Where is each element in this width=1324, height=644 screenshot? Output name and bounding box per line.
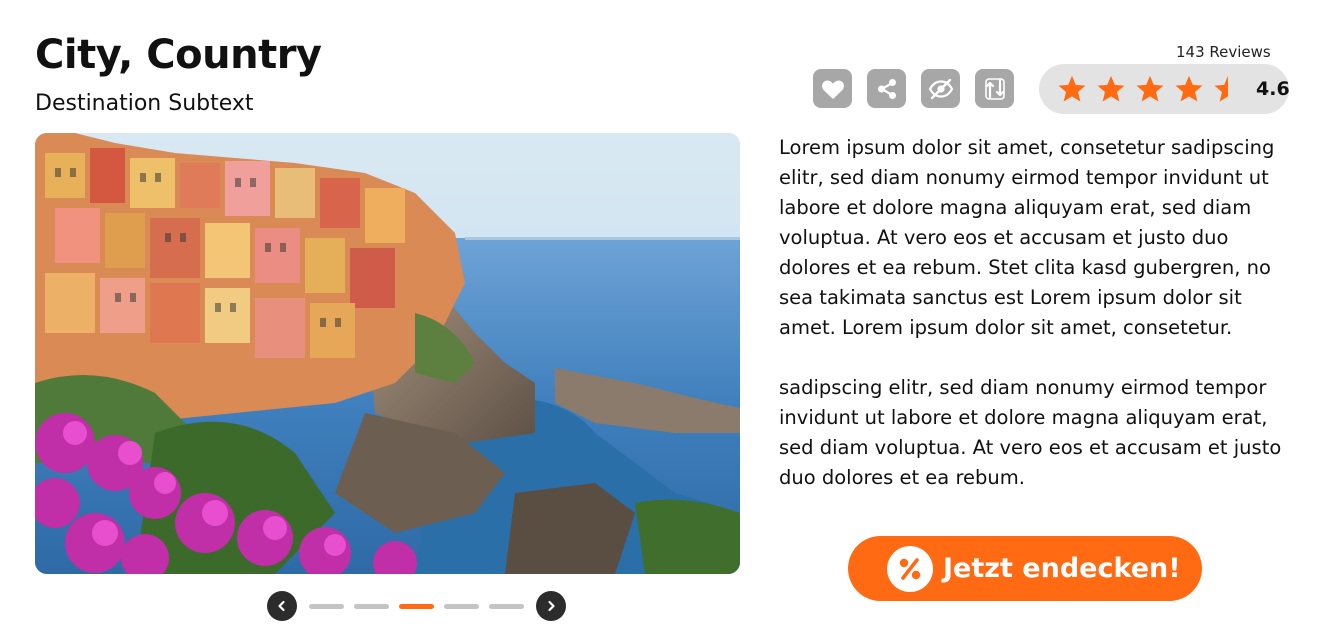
- eye-off-icon: [928, 78, 953, 99]
- star-icon: [1097, 75, 1125, 102]
- heart-icon: [821, 80, 844, 99]
- percent-icon: [887, 545, 933, 592]
- action-buttons: [813, 69, 1014, 108]
- star-icon: [1136, 75, 1164, 102]
- swap-icon: [984, 77, 1005, 100]
- share-icon: [877, 78, 896, 99]
- discover-button-label: Jetzt endecken!: [943, 553, 1181, 584]
- carousel-next-button[interactable]: [536, 591, 566, 621]
- description-paragraph-1: Lorem ipsum dolor sit amet, consetetur s…: [779, 136, 1275, 339]
- chevron-left-icon: [278, 600, 285, 612]
- rating-badge: 4.6: [1039, 64, 1290, 114]
- description-paragraph-2: sadipscing elitr, sed diam nonumy eirmod…: [779, 376, 1282, 489]
- hide-button[interactable]: [921, 69, 960, 108]
- carousel-prev-button[interactable]: [267, 591, 297, 621]
- review-count[interactable]: 143 Reviews: [1176, 43, 1271, 61]
- chevron-right-icon: [548, 600, 555, 612]
- star-half-icon: [1214, 75, 1228, 102]
- favorite-button[interactable]: [813, 69, 852, 108]
- discover-button[interactable]: Jetzt endecken!: [848, 536, 1202, 601]
- carousel-dot-3-active[interactable]: [399, 603, 434, 609]
- share-button[interactable]: [867, 69, 906, 108]
- rating-value: 4.6: [1256, 78, 1290, 100]
- star-icon: [1058, 75, 1086, 102]
- carousel-dot-5[interactable]: [489, 603, 524, 609]
- star-icon: [1175, 75, 1203, 102]
- compare-button[interactable]: [975, 69, 1014, 108]
- carousel-dot-4[interactable]: [444, 603, 479, 609]
- star-rating: [1057, 74, 1243, 104]
- image-carousel-controls: [267, 591, 567, 621]
- carousel-indicators: [309, 603, 524, 609]
- destination-photo: [35, 133, 740, 574]
- page-subtitle: Destination Subtext: [35, 91, 254, 116]
- carousel-dot-1[interactable]: [309, 603, 344, 609]
- carousel-dot-2[interactable]: [354, 603, 389, 609]
- page-title: City, Country: [35, 32, 322, 78]
- destination-description: Lorem ipsum dolor sit amet, consetetur s…: [779, 133, 1299, 493]
